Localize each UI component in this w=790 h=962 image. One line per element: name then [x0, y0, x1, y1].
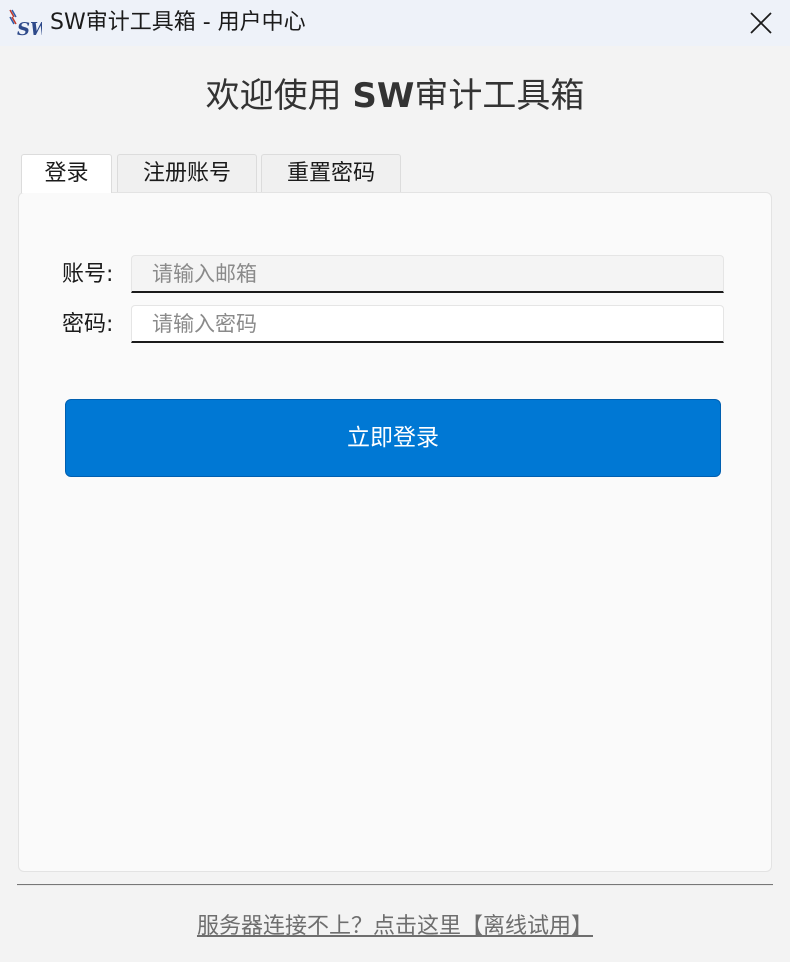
tab-login[interactable]: 登录	[21, 154, 112, 193]
title-bar: SW SW审计工具箱 - 用户中心	[0, 0, 790, 46]
welcome-suffix: 审计工具箱	[414, 76, 585, 116]
tab-register[interactable]: 注册账号	[117, 154, 257, 192]
app-logo-icon: SW	[8, 8, 52, 40]
password-input[interactable]	[131, 305, 724, 343]
welcome-brand: SW	[352, 76, 415, 116]
login-button[interactable]: 立即登录	[65, 399, 721, 477]
tab-reset-password[interactable]: 重置密码	[261, 154, 401, 192]
welcome-heading: 欢迎使用 SW审计工具箱	[0, 72, 790, 120]
password-label: 密码:	[62, 312, 114, 337]
login-panel	[18, 192, 772, 872]
footer-divider	[17, 884, 773, 886]
welcome-prefix: 欢迎使用	[205, 76, 353, 116]
account-input[interactable]	[131, 255, 724, 293]
window-title: SW审计工具箱 - 用户中心	[50, 10, 306, 35]
close-icon	[750, 12, 772, 34]
close-button[interactable]	[738, 3, 784, 43]
login-window: SW SW审计工具箱 - 用户中心 欢迎使用 SW审计工具箱 登录 注册账号 重…	[0, 0, 790, 962]
app-logo-text: SW	[17, 19, 42, 38]
offline-trial-link[interactable]: 服务器连接不上？点击这里【离线试用】	[0, 912, 790, 942]
account-label: 账号:	[62, 262, 114, 287]
